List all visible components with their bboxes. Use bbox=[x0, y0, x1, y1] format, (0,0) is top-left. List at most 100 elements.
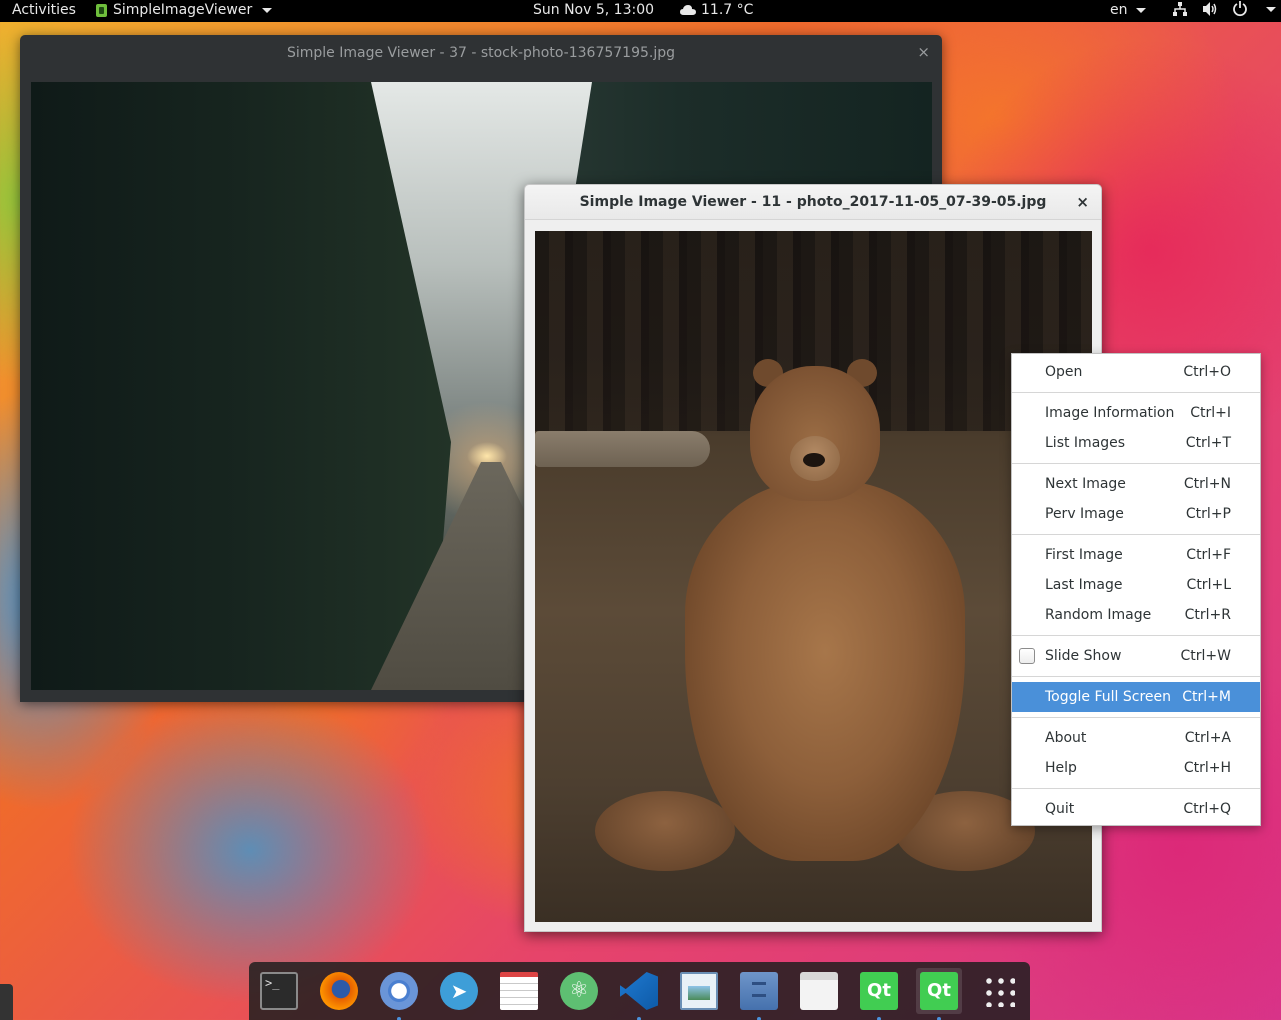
menu-item-label: List Images bbox=[1045, 435, 1126, 451]
menu-item-shortcut: Ctrl+O bbox=[1183, 364, 1231, 380]
dock-item-telegram[interactable]: ➤ bbox=[436, 968, 482, 1014]
telegram-icon: ➤ bbox=[440, 972, 478, 1010]
slide-show-checkbox[interactable] bbox=[1019, 648, 1035, 664]
close-icon[interactable]: × bbox=[1076, 193, 1089, 211]
menu-item-about[interactable]: About Ctrl+A bbox=[1012, 723, 1260, 753]
image-region bbox=[595, 791, 735, 871]
menu-item-list-images[interactable]: List Images Ctrl+T bbox=[1012, 428, 1260, 458]
image-region bbox=[535, 431, 710, 467]
software-center-icon bbox=[800, 972, 838, 1010]
menu-item-shortcut: Ctrl+N bbox=[1183, 476, 1231, 492]
menu-separator bbox=[1012, 534, 1260, 535]
keyboard-layout-button[interactable]: en bbox=[1110, 1, 1146, 19]
bear-image[interactable] bbox=[535, 231, 1092, 922]
qt-app-icon: Qt bbox=[920, 972, 958, 1010]
terminal-icon: >_ bbox=[260, 972, 298, 1010]
menu-item-shortcut: Ctrl+A bbox=[1184, 730, 1231, 746]
weather-temperature: 11.7 °C bbox=[701, 2, 754, 18]
app-menu-label: SimpleImageViewer bbox=[113, 2, 253, 18]
cloud-icon bbox=[680, 5, 696, 15]
menu-item-image-information[interactable]: Image Information Ctrl+I bbox=[1012, 398, 1260, 428]
menu-item-toggle-full-screen[interactable]: Toggle Full Screen Ctrl+M bbox=[1012, 682, 1260, 712]
menu-item-label: Next Image bbox=[1045, 476, 1126, 492]
menu-separator bbox=[1012, 392, 1260, 393]
dock-item-chromium[interactable] bbox=[376, 968, 422, 1020]
menu-item-shortcut: Ctrl+P bbox=[1185, 506, 1231, 522]
context-menu: Open Ctrl+O Image Information Ctrl+I Lis… bbox=[1011, 353, 1261, 826]
chevron-down-icon bbox=[262, 7, 273, 13]
activities-button[interactable]: Activities bbox=[12, 1, 76, 19]
message-tray-handle[interactable] bbox=[0, 984, 13, 1020]
menu-item-shortcut: Ctrl+F bbox=[1186, 547, 1231, 563]
menu-item-label: Random Image bbox=[1045, 607, 1152, 623]
app-grid-icon bbox=[983, 975, 1015, 1007]
vscode-icon bbox=[620, 972, 658, 1010]
menu-item-shortcut: Ctrl+T bbox=[1185, 435, 1231, 451]
image-region bbox=[685, 481, 965, 861]
system-menu-button[interactable] bbox=[1172, 1, 1276, 17]
dock-item-vscode[interactable] bbox=[616, 968, 662, 1020]
close-icon[interactable]: × bbox=[917, 43, 930, 61]
image-viewer-icon bbox=[680, 972, 718, 1010]
top-bar: Activities SimpleImageViewer Sun Nov 5, … bbox=[0, 0, 1281, 22]
weather-indicator[interactable]: 11.7 °C bbox=[680, 1, 753, 19]
menu-item-shortcut: Ctrl+L bbox=[1186, 577, 1231, 593]
menu-item-label: Help bbox=[1045, 760, 1077, 776]
menu-separator bbox=[1012, 463, 1260, 464]
menu-item-shortcut: Ctrl+M bbox=[1182, 689, 1231, 705]
menu-item-label: First Image bbox=[1045, 547, 1123, 563]
menu-separator bbox=[1012, 717, 1260, 718]
menu-separator bbox=[1012, 788, 1260, 789]
menu-item-label: Open bbox=[1045, 364, 1083, 380]
language-label: en bbox=[1110, 2, 1128, 18]
menu-item-help[interactable]: Help Ctrl+H bbox=[1012, 753, 1260, 783]
menu-item-prev-image[interactable]: Perv Image Ctrl+P bbox=[1012, 499, 1260, 529]
dock-item-software[interactable] bbox=[796, 968, 842, 1014]
dock-item-show-applications[interactable] bbox=[976, 968, 1022, 1014]
menu-item-label: Image Information bbox=[1045, 405, 1175, 421]
qt-creator-icon: Qt bbox=[860, 972, 898, 1010]
menu-item-first-image[interactable]: First Image Ctrl+F bbox=[1012, 540, 1260, 570]
dock: >_ ➤ ⚛ Qt Qt bbox=[249, 962, 1030, 1020]
menu-item-label: Last Image bbox=[1045, 577, 1123, 593]
chromium-icon bbox=[380, 972, 418, 1010]
menu-item-random-image[interactable]: Random Image Ctrl+R bbox=[1012, 600, 1260, 630]
clock[interactable]: Sun Nov 5, 13:00 bbox=[533, 1, 654, 19]
menu-separator bbox=[1012, 635, 1260, 636]
volume-icon bbox=[1203, 2, 1217, 16]
chevron-down-icon bbox=[1266, 6, 1276, 12]
window-title: Simple Image Viewer - 37 - stock-photo-1… bbox=[286, 45, 676, 61]
menu-item-label: Perv Image bbox=[1045, 506, 1124, 522]
menu-item-shortcut: Ctrl+I bbox=[1190, 405, 1231, 421]
menu-item-open[interactable]: Open Ctrl+O bbox=[1012, 357, 1260, 387]
dock-item-image-viewer[interactable] bbox=[676, 968, 722, 1014]
dock-item-atom[interactable]: ⚛ bbox=[556, 968, 602, 1014]
dock-item-qt-app[interactable]: Qt bbox=[916, 968, 962, 1020]
chevron-down-icon bbox=[1135, 7, 1146, 13]
window-titlebar[interactable]: Simple Image Viewer - 11 - photo_2017-11… bbox=[525, 185, 1101, 220]
dock-item-text-editor[interactable] bbox=[496, 968, 542, 1014]
dock-item-terminal[interactable]: >_ bbox=[256, 968, 302, 1014]
menu-item-label: About bbox=[1045, 730, 1087, 746]
menu-item-slide-show[interactable]: Slide Show Ctrl+W bbox=[1012, 641, 1260, 671]
text-editor-icon bbox=[500, 972, 538, 1010]
dock-item-firefox[interactable] bbox=[316, 968, 362, 1014]
image-region bbox=[31, 82, 451, 690]
menu-item-quit[interactable]: Quit Ctrl+Q bbox=[1012, 794, 1260, 824]
menu-item-label: Toggle Full Screen bbox=[1045, 689, 1171, 705]
app-icon bbox=[96, 3, 107, 17]
window-title: Simple Image Viewer - 11 - photo_2017-11… bbox=[579, 194, 1047, 210]
menu-item-shortcut: Ctrl+W bbox=[1180, 648, 1231, 664]
image-region bbox=[803, 453, 825, 467]
dock-item-files[interactable] bbox=[736, 968, 782, 1020]
firefox-icon bbox=[320, 972, 358, 1010]
window-titlebar[interactable]: Simple Image Viewer - 37 - stock-photo-1… bbox=[20, 35, 942, 71]
menu-item-shortcut: Ctrl+R bbox=[1184, 607, 1231, 623]
network-icon bbox=[1173, 2, 1187, 16]
atom-icon: ⚛ bbox=[560, 972, 598, 1010]
app-menu-button[interactable]: SimpleImageViewer bbox=[96, 1, 273, 19]
menu-item-last-image[interactable]: Last Image Ctrl+L bbox=[1012, 570, 1260, 600]
menu-item-next-image[interactable]: Next Image Ctrl+N bbox=[1012, 469, 1260, 499]
menu-item-label: Slide Show bbox=[1045, 648, 1122, 664]
dock-item-qt-creator[interactable]: Qt bbox=[856, 968, 902, 1020]
